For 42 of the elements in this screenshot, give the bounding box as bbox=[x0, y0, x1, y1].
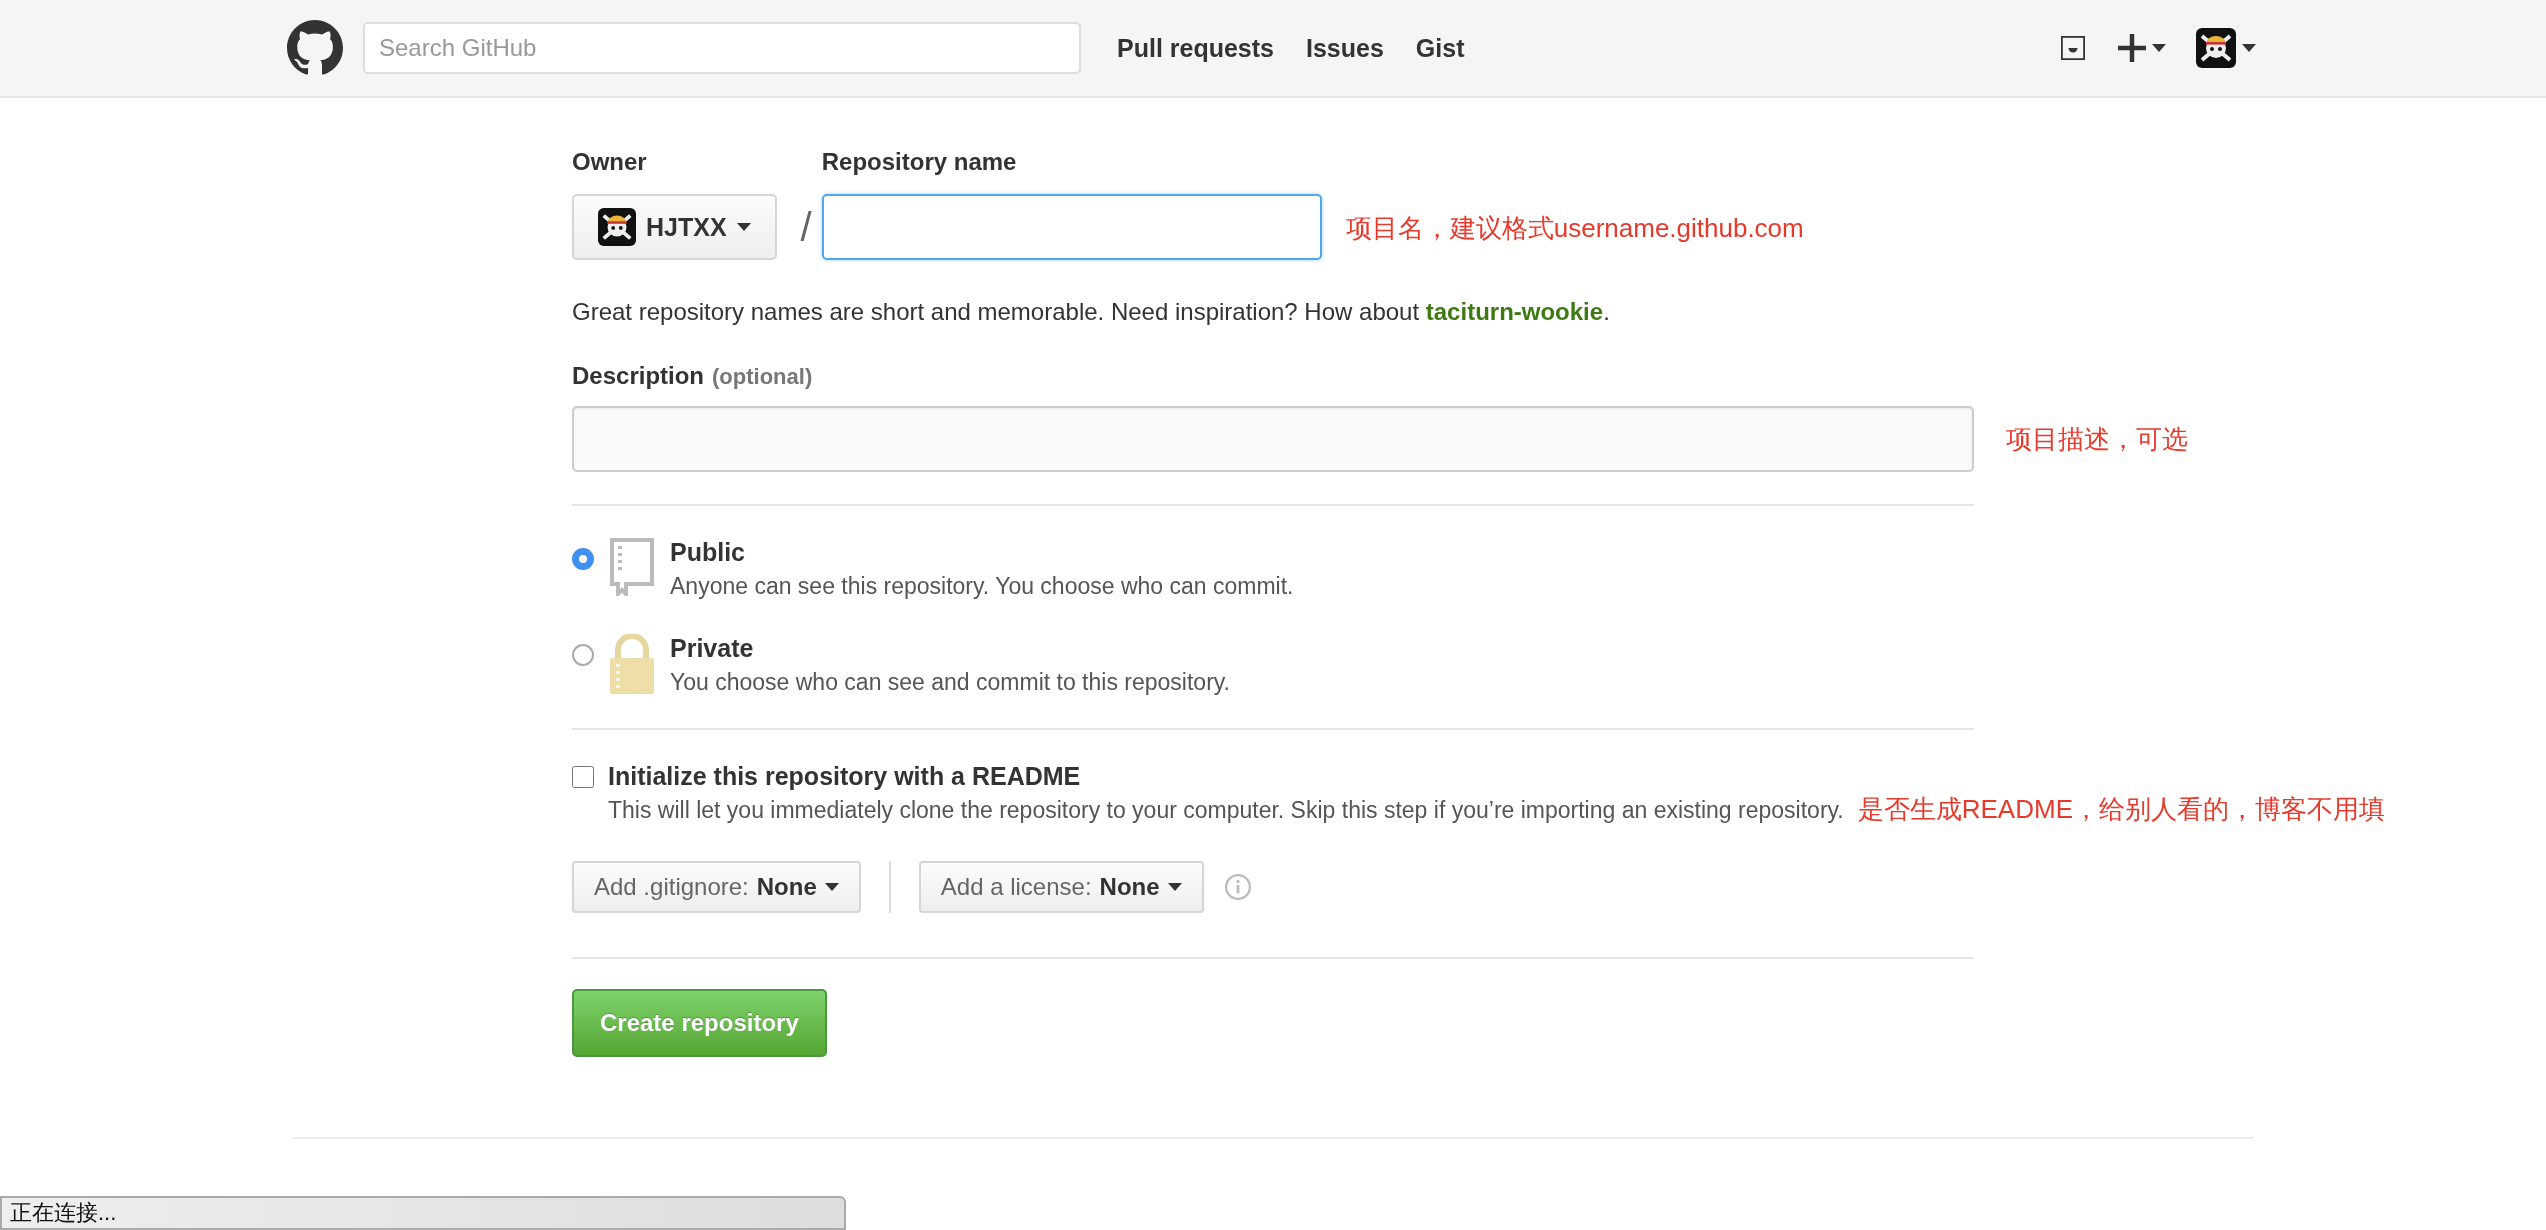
field-label: Description bbox=[572, 362, 705, 389]
caret-icon bbox=[2152, 44, 2166, 52]
book-icon bbox=[608, 538, 656, 596]
caret-icon bbox=[736, 223, 751, 231]
gitignore-dropdown[interactable]: Add .gitignore: None bbox=[572, 861, 861, 913]
radio-button[interactable] bbox=[572, 548, 594, 570]
readme-checkbox[interactable] bbox=[572, 766, 594, 788]
status-bar: 正在连接... bbox=[0, 1196, 846, 1230]
description-field[interactable] bbox=[572, 406, 1974, 472]
option-description: Anyone can see this repository. You choose who can commit. bbox=[670, 573, 1294, 600]
slash-separator: / bbox=[800, 205, 812, 251]
new-menu-button[interactable] bbox=[2118, 34, 2166, 62]
caret-icon bbox=[1167, 883, 1182, 891]
annotation-text: 是否生成README，给别人看的，博客不用填 bbox=[1857, 793, 2385, 826]
skull-avatar-icon bbox=[2196, 28, 2236, 68]
nav-link[interactable]: Issues bbox=[1306, 33, 1384, 63]
option-description: This will let you immediately clone the repository to your computer. Skip this step if you’re importing an existing repository. bbox=[608, 797, 1844, 824]
option-title: Private bbox=[670, 634, 755, 663]
nav-link[interactable]: Gist bbox=[1415, 33, 1465, 63]
license-dropdown[interactable]: Add a license: None bbox=[918, 861, 1204, 913]
option-description: You choose who can see and commit to this repository. bbox=[670, 669, 1230, 696]
optional-label: (optional) bbox=[712, 364, 813, 389]
option-title: Initialize this repository with a README bbox=[608, 762, 1082, 791]
plus-icon bbox=[2118, 34, 2146, 62]
radio-button[interactable] bbox=[572, 644, 594, 666]
caret-icon bbox=[824, 883, 839, 891]
hint-text: Great repository names are short and memorable. Need inspiration? How about taciturn-wookie. bbox=[572, 298, 1611, 326]
nav-link[interactable]: Pull requests bbox=[1117, 33, 1274, 63]
annotation-text: 项目描述，可选 bbox=[2006, 422, 2188, 456]
field-label: Repository name bbox=[821, 148, 1018, 176]
repository-name-field[interactable] bbox=[821, 194, 1322, 260]
search-field[interactable]: Search GitHub bbox=[363, 22, 1081, 74]
lock-icon bbox=[608, 634, 656, 696]
field-label: Owner bbox=[572, 148, 648, 176]
annotation-text: 项目名，建议格式username.github.com bbox=[1345, 212, 1804, 245]
owner-dropdown[interactable]: HJTXX bbox=[572, 194, 777, 260]
caret-icon bbox=[2242, 44, 2256, 52]
inbox-icon[interactable] bbox=[2058, 33, 2088, 63]
skull-avatar-icon bbox=[598, 208, 636, 246]
github-logo-icon[interactable] bbox=[287, 20, 343, 76]
option-title: Public bbox=[670, 538, 746, 567]
profile-menu-button[interactable] bbox=[2196, 28, 2256, 68]
